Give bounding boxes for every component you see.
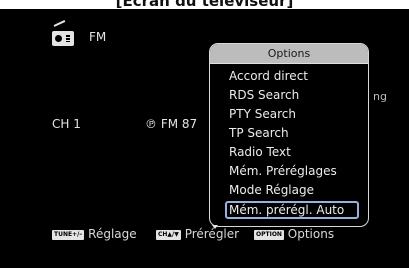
tune-key-icon: TUNE+/– [52,229,85,240]
screen-caption: [Écran du téléviseur] [115,0,294,10]
hint-option-label: Options [287,227,335,241]
option-tp-search[interactable]: TP Search [229,125,289,142]
option-key-icon: OPTION [254,229,284,240]
option-radio-text[interactable]: Radio Text [229,144,291,161]
hint-tune: TUNE+/– Réglage [52,227,137,241]
option-mem-preregl-auto[interactable]: Mém. prérégl. Auto [225,201,359,219]
hint-channel: CH▲/▼ Prérégler [156,227,239,241]
options-menu: Options Accord direct RDS Search PTY Sea… [209,43,369,227]
partial-text: ng [373,90,387,103]
hint-option: OPTION Options [254,227,334,241]
channel-label: CH 1 [52,117,81,131]
option-accord-direct[interactable]: Accord direct [229,68,308,85]
option-mem-preselections[interactable]: Mém. Préréglages [229,163,337,180]
channel-key-icon: CH▲/▼ [156,229,181,240]
band-label: FM [89,30,107,44]
tv-screen: FM CH 1 ℗ FM 87 ng Options Accord direct… [0,9,409,268]
options-title: Options [210,44,368,64]
option-pty-search[interactable]: PTY Search [229,106,296,123]
option-rds-search[interactable]: RDS Search [229,87,299,104]
frequency-text: FM 87 [160,117,198,131]
option-mode-reglage[interactable]: Mode Réglage [229,182,314,199]
hint-tune-label: Réglage [88,227,137,241]
radio-icon [52,20,74,46]
frequency-display: ℗ FM 87 [145,117,197,131]
rds-icon: ℗ [145,117,157,131]
hint-channel-label: Prérégler [184,227,240,241]
